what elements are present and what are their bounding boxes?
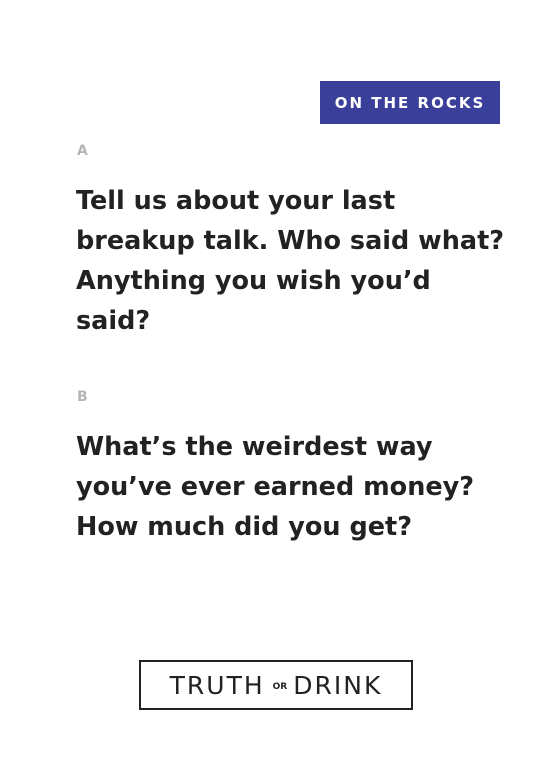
question-a-text: Tell us about your last breakup talk. Wh… bbox=[76, 186, 505, 336]
logo-truth-word: TRUTH bbox=[169, 670, 265, 700]
category-badge: ON THE ROCKS bbox=[320, 81, 500, 124]
question-b-letter: B bbox=[77, 389, 88, 405]
truth-or-drink-logo: TRUTH OR DRINK bbox=[139, 660, 413, 710]
question-card: ON THE ROCKS A Tell us about your last b… bbox=[0, 0, 552, 779]
logo-drink-word: DRINK bbox=[293, 670, 383, 700]
question-b-text: What’s the weirdest way you’ve ever earn… bbox=[76, 432, 475, 542]
logo-or-word: OR bbox=[272, 682, 288, 692]
question-a-letter: A bbox=[77, 143, 88, 159]
category-badge-label: ON THE ROCKS bbox=[334, 93, 486, 112]
